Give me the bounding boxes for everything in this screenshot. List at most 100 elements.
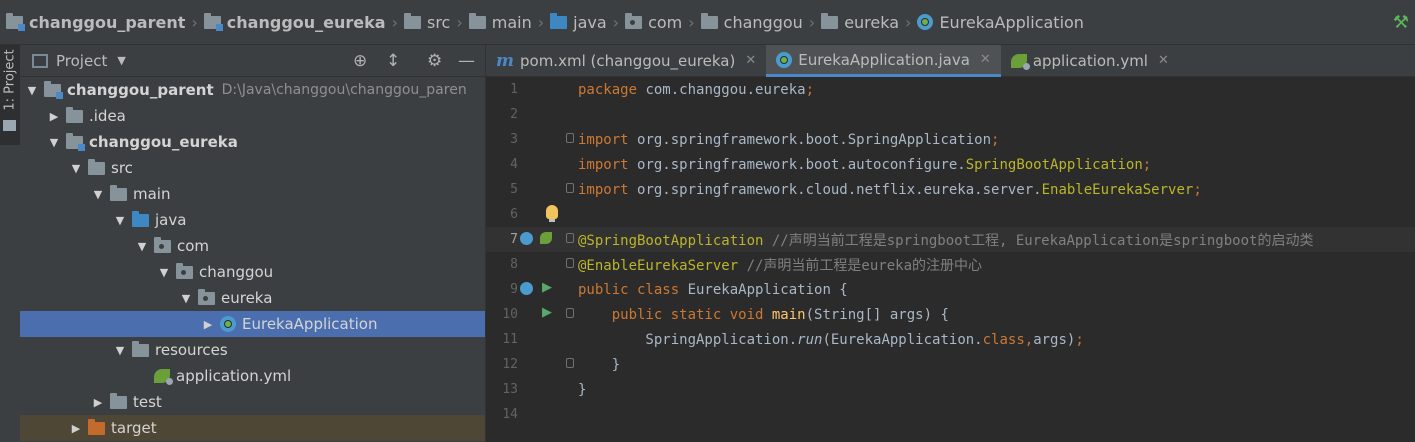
project-tool-window-label[interactable]: 1: Project xyxy=(3,49,18,110)
code-line[interactable]: 3 import org.springframework.boot.SpringA… xyxy=(486,127,1415,152)
run-icon[interactable]: ▶ xyxy=(542,280,552,295)
breadcrumb-item[interactable]: changgou xyxy=(700,12,803,32)
breadcrumb-label: changgou xyxy=(723,12,803,32)
expand-arrow-right-icon[interactable]: ▶ xyxy=(68,422,84,435)
gear-icon[interactable]: ⚙ xyxy=(427,51,442,71)
code-line[interactable]: 11 SpringApplication.run(EurekaApplicati… xyxy=(486,327,1415,352)
expand-arrow-down-icon[interactable]: ▼ xyxy=(68,162,84,175)
breadcrumb-item[interactable]: com xyxy=(625,12,682,32)
locate-file-icon[interactable]: ⊕ xyxy=(353,51,367,71)
spring-boot-icon[interactable] xyxy=(540,232,552,244)
breadcrumb-item[interactable]: java xyxy=(550,12,607,32)
tree-item-target[interactable]: ▶ target xyxy=(20,415,485,441)
code-line[interactable]: 10 ▶ public static void main(String[] arg… xyxy=(486,302,1415,327)
tree-item-changgou-parent[interactable]: ▼ changgou_parent D:\Java\changgou\changgo… xyxy=(20,77,485,103)
breadcrumb-item[interactable]: src xyxy=(403,12,450,32)
code-line[interactable]: 12 } xyxy=(486,352,1415,377)
expand-arrow-down-icon[interactable]: ▼ xyxy=(156,266,172,279)
close-icon[interactable]: ✕ xyxy=(1158,53,1169,68)
expand-arrow-down-icon[interactable]: ▼ xyxy=(112,344,128,357)
tree-item-label: EurekaApplication xyxy=(242,315,378,333)
editor-tab[interactable]: m pom.xml (changgou_eureka) ✕ xyxy=(486,45,766,76)
code-area[interactable]: 1 package com.changgou.eureka; 2 3 import or… xyxy=(486,77,1415,427)
expand-arrow-down-icon[interactable]: ▼ xyxy=(112,214,128,227)
project-panel-title[interactable]: Project xyxy=(56,52,107,70)
tree-item-src[interactable]: ▼ src xyxy=(20,155,485,181)
search-bean-icon[interactable] xyxy=(520,232,533,245)
breadcrumb-item[interactable]: eureka xyxy=(821,12,899,32)
run-icon[interactable]: ▶ xyxy=(542,305,552,320)
expand-arrow-down-icon[interactable]: ▼ xyxy=(134,240,150,253)
gutter xyxy=(518,402,578,427)
gutter xyxy=(518,327,578,352)
breadcrumb-item[interactable]: EurekaApplication xyxy=(917,13,1084,32)
close-icon[interactable]: ✕ xyxy=(745,53,756,68)
code-text: public class EurekaApplication { xyxy=(578,282,848,298)
gutter xyxy=(518,352,578,377)
tree-item-com[interactable]: ▼ com xyxy=(20,233,485,259)
tree-item-idea[interactable]: ▶ .idea xyxy=(20,103,485,129)
breadcrumb-separator-icon: › xyxy=(688,12,695,32)
folder-icon xyxy=(403,12,421,29)
expand-arrow-down-icon[interactable]: ▼ xyxy=(24,84,40,97)
source-folder-icon xyxy=(132,210,149,227)
fold-marker-icon[interactable] xyxy=(566,183,574,193)
code-line[interactable]: 2 xyxy=(486,102,1415,127)
tree-item-resources[interactable]: ▼ resources xyxy=(20,337,485,363)
close-icon[interactable]: ✕ xyxy=(980,52,991,67)
lightbulb-icon[interactable] xyxy=(546,205,558,222)
tree-item-test[interactable]: ▶ test xyxy=(20,389,485,415)
tree-item-changgou-eureka[interactable]: ▼ changgou_eureka xyxy=(20,129,485,155)
fold-marker-icon[interactable] xyxy=(566,133,574,143)
tree-item-application-yml[interactable]: application.yml xyxy=(20,363,485,389)
expand-arrow-down-icon[interactable]: ▼ xyxy=(90,188,106,201)
code-line[interactable]: 4 import org.springframework.boot.autocon… xyxy=(486,152,1415,177)
code-line[interactable]: 7 @SpringBootApplication //声明当前工程是springb… xyxy=(486,227,1415,252)
code-token: (String[] args) { xyxy=(805,306,949,323)
fold-marker-icon[interactable] xyxy=(566,308,574,318)
code-line[interactable]: 8 @EnableEurekaServer //声明当前工程是eureka的注册中… xyxy=(486,252,1415,277)
breadcrumb-item[interactable]: main xyxy=(468,12,532,32)
breadcrumb-separator-icon: › xyxy=(537,12,545,32)
maven-icon: m xyxy=(496,50,514,71)
line-number: 6 xyxy=(510,207,518,222)
expand-arrow-right-icon[interactable]: ▶ xyxy=(200,318,216,331)
build-hammer-icon[interactable]: ⚒ xyxy=(1393,12,1409,33)
tree-item-java[interactable]: ▼ java xyxy=(20,207,485,233)
code-text: import org.springframework.boot.autoconf… xyxy=(578,157,1151,173)
code-line[interactable]: 14 xyxy=(486,402,1415,427)
fold-marker-icon[interactable] xyxy=(566,233,574,243)
module-folder-icon xyxy=(6,12,25,31)
spring-bean-icon[interactable] xyxy=(520,282,533,295)
expand-arrow-right-icon[interactable]: ▶ xyxy=(46,110,62,123)
fold-marker-icon[interactable] xyxy=(566,258,574,268)
expand-arrow-right-icon[interactable]: ▶ xyxy=(90,396,106,409)
breadcrumb-item[interactable]: changgou_parent xyxy=(6,12,185,32)
fold-marker-icon[interactable] xyxy=(566,358,574,368)
project-panel-header: Project ▼ ⊕ ↕ ⚙ — xyxy=(20,45,485,77)
tree-item-eurekaapplication[interactable]: ▶ EurekaApplication xyxy=(20,311,485,337)
tree-item-eureka[interactable]: ▼ eureka xyxy=(20,285,485,311)
expand-arrow-down-icon[interactable]: ▼ xyxy=(178,292,194,305)
code-line[interactable]: 1 package com.changgou.eureka; xyxy=(486,77,1415,102)
chevron-down-icon[interactable]: ▼ xyxy=(117,54,125,67)
code-token: public class xyxy=(578,281,688,298)
code-token: //声明当前工程是eureka的注册中心 xyxy=(746,257,983,274)
code-token: import xyxy=(578,156,638,173)
code-line[interactable]: 9 ▶ public class EurekaApplication { xyxy=(486,277,1415,302)
editor-tab[interactable]: EurekaApplication.java ✕ xyxy=(766,45,1001,77)
minimize-icon[interactable]: — xyxy=(458,51,475,71)
code-line[interactable]: 13} xyxy=(486,377,1415,402)
collapse-all-icon[interactable]: ↕ xyxy=(386,51,400,71)
tree-item-changgou[interactable]: ▼ changgou xyxy=(20,259,485,285)
editor-tab[interactable]: application.yml ✕ xyxy=(1001,45,1179,76)
expand-arrow-down-icon[interactable]: ▼ xyxy=(46,136,62,149)
tree-item-main[interactable]: ▼ main xyxy=(20,181,485,207)
code-line[interactable]: 6 xyxy=(486,202,1415,227)
gutter xyxy=(518,152,578,177)
breadcrumb-item[interactable]: changgou_eureka xyxy=(203,12,386,32)
code-token: } xyxy=(578,356,621,373)
code-line[interactable]: 5 import org.springframework.cloud.netfli… xyxy=(486,177,1415,202)
code-token: , xyxy=(1024,331,1034,348)
code-token: ; xyxy=(1142,156,1152,173)
